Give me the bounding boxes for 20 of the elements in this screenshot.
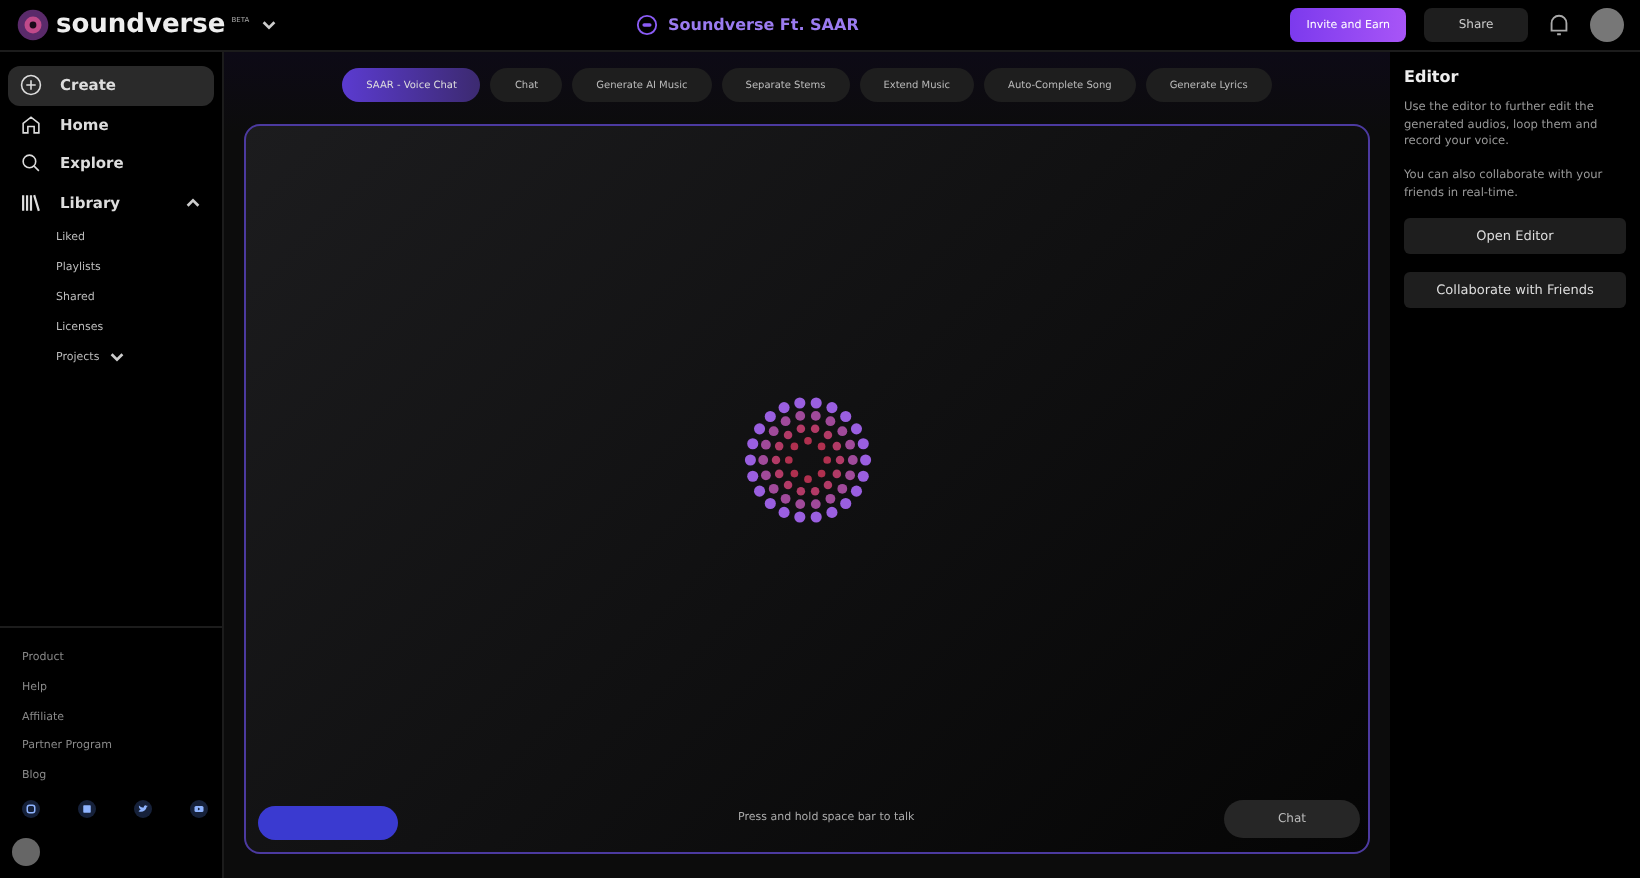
avatar[interactable] (1590, 8, 1624, 42)
search-icon (20, 152, 42, 175)
page-title: Soundverse Ft. SAAR (668, 16, 859, 34)
plus-icon (20, 74, 42, 97)
camera-icon[interactable] (22, 800, 40, 818)
caret-icon[interactable] (184, 193, 202, 212)
disc-icon (636, 14, 658, 36)
bird-icon[interactable] (134, 800, 152, 818)
chevron-down-icon[interactable] (259, 16, 278, 34)
caret-icon[interactable] (107, 348, 126, 366)
home-icon (20, 113, 42, 136)
panel-title: Editor (1404, 68, 1461, 86)
dot-pattern-drawing (743, 397, 871, 523)
avatar[interactable] (12, 838, 40, 866)
logo-icon (16, 8, 50, 42)
linkedin-icon[interactable] (78, 800, 96, 818)
logo-text: soundverse (56, 10, 226, 40)
library-icon (20, 191, 42, 214)
play-icon[interactable] (190, 800, 208, 818)
bell-icon[interactable] (1546, 12, 1572, 38)
